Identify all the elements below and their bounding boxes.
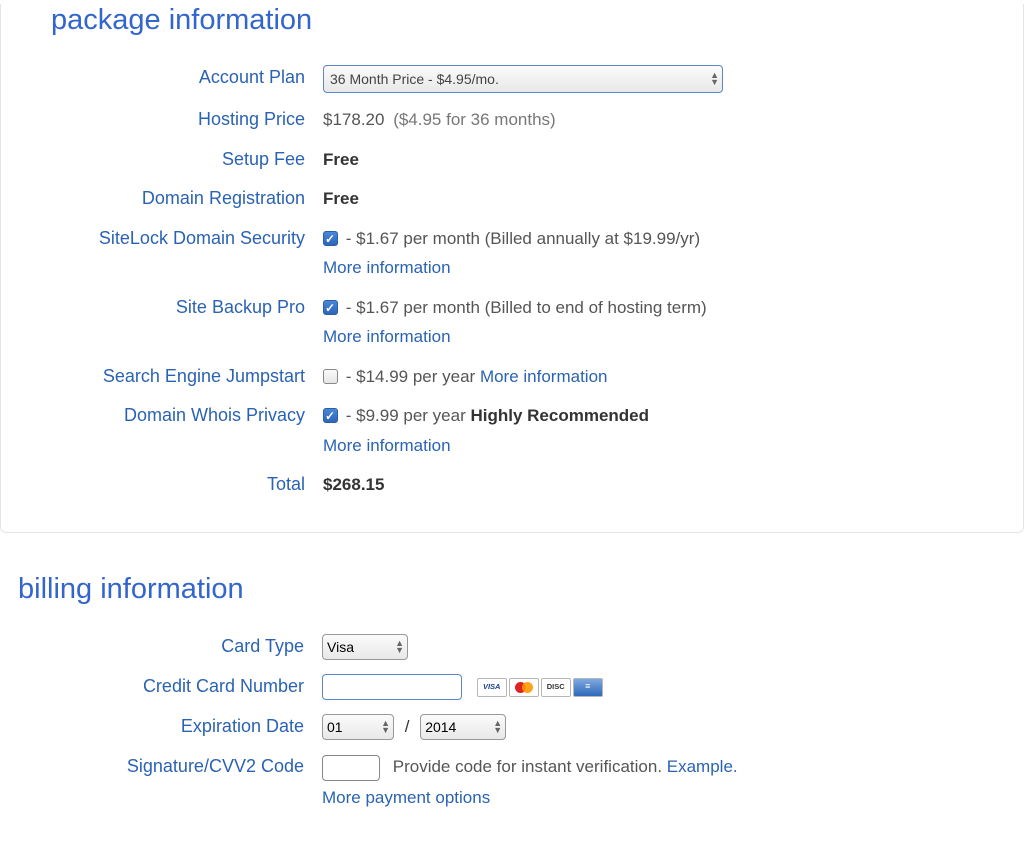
account-plan-row: Account Plan 36 Month Price - $4.95/mo. … bbox=[11, 65, 1013, 93]
card-type-row: Card Type Visa ▲▼ bbox=[10, 634, 1014, 660]
amex-icon: ≡ bbox=[573, 678, 603, 697]
hosting-price-note: ($4.95 for 36 months) bbox=[393, 110, 556, 129]
billing-info-title: billing information bbox=[18, 573, 1014, 606]
visa-icon: VISA bbox=[477, 678, 507, 697]
package-info-title: package information bbox=[51, 4, 1013, 37]
domain-reg-row: Domain Registration Free bbox=[11, 186, 1013, 212]
sitelock-value: - $1.67 per month (Billed annually at $1… bbox=[346, 229, 700, 248]
whois-more-info-link[interactable]: More information bbox=[323, 433, 1013, 459]
setup-fee-label: Setup Fee bbox=[11, 147, 323, 170]
search-jump-row: Search Engine Jumpstart - $14.99 per yea… bbox=[11, 364, 1013, 390]
sitebackup-label: Site Backup Pro bbox=[11, 295, 323, 318]
billing-info-section: billing information Card Type Visa ▲▼ Cr… bbox=[0, 573, 1024, 844]
total-row: Total $268.15 bbox=[11, 472, 1013, 498]
sitebackup-more-info-link[interactable]: More information bbox=[323, 324, 1013, 350]
sitelock-row: SiteLock Domain Security - $1.67 per mon… bbox=[11, 226, 1013, 281]
cvv-input[interactable] bbox=[322, 755, 380, 781]
search-jump-label: Search Engine Jumpstart bbox=[11, 364, 323, 387]
mastercard-icon bbox=[509, 678, 539, 697]
whois-value-pre: - $9.99 per year bbox=[346, 406, 471, 425]
total-value: $268.15 bbox=[323, 472, 1013, 498]
card-type-label: Card Type bbox=[10, 634, 322, 657]
cc-number-row: Credit Card Number VISA DISC ≡ bbox=[10, 674, 1014, 701]
account-plan-select-wrap[interactable]: 36 Month Price - $4.95/mo. ▲▼ bbox=[323, 65, 723, 93]
hosting-price-value: $178.20 bbox=[323, 110, 384, 129]
cc-number-input[interactable] bbox=[322, 674, 462, 700]
cc-number-label: Credit Card Number bbox=[10, 674, 322, 697]
search-jump-value: - $14.99 per year bbox=[346, 367, 480, 386]
expiration-label: Expiration Date bbox=[10, 714, 322, 737]
setup-fee-value: Free bbox=[323, 147, 1013, 173]
more-payment-link[interactable]: More payment options bbox=[322, 785, 1014, 811]
account-plan-select[interactable]: 36 Month Price - $4.95/mo. bbox=[323, 65, 723, 93]
domain-reg-value: Free bbox=[323, 186, 1013, 212]
card-type-select-wrap[interactable]: Visa ▲▼ bbox=[322, 634, 408, 660]
sitelock-label: SiteLock Domain Security bbox=[11, 226, 323, 249]
sitelock-more-info-link[interactable]: More information bbox=[323, 255, 1013, 281]
whois-value-bold: Highly Recommended bbox=[470, 406, 649, 425]
exp-month-wrap[interactable]: 01 ▲▼ bbox=[322, 714, 394, 740]
expiration-slash: / bbox=[405, 717, 410, 736]
expiration-row: Expiration Date 01 ▲▼ / 2014 ▲▼ bbox=[10, 714, 1014, 740]
whois-row: Domain Whois Privacy - $9.99 per year Hi… bbox=[11, 403, 1013, 458]
exp-month-select[interactable]: 01 bbox=[322, 714, 394, 740]
search-jump-checkbox[interactable] bbox=[323, 369, 338, 384]
total-label: Total bbox=[11, 472, 323, 495]
setup-fee-row: Setup Fee Free bbox=[11, 147, 1013, 173]
cvv-example-link[interactable]: Example. bbox=[667, 757, 738, 776]
card-type-select[interactable]: Visa bbox=[322, 634, 408, 660]
sitebackup-row: Site Backup Pro - $1.67 per month (Bille… bbox=[11, 295, 1013, 350]
sitebackup-value: - $1.67 per month (Billed to end of host… bbox=[346, 298, 707, 317]
domain-reg-label: Domain Registration bbox=[11, 186, 323, 209]
cvv-note: Provide code for instant verification. bbox=[393, 757, 667, 776]
discover-icon: DISC bbox=[541, 678, 571, 697]
cvv-label: Signature/CVV2 Code bbox=[10, 754, 322, 777]
exp-year-select[interactable]: 2014 bbox=[420, 714, 506, 740]
hosting-price-label: Hosting Price bbox=[11, 107, 323, 130]
account-plan-label: Account Plan bbox=[11, 65, 323, 88]
exp-year-wrap[interactable]: 2014 ▲▼ bbox=[420, 714, 506, 740]
card-brand-icons: VISA DISC ≡ bbox=[477, 678, 603, 697]
sitebackup-checkbox[interactable] bbox=[323, 300, 338, 315]
package-info-section: package information Account Plan 36 Mont… bbox=[0, 4, 1024, 533]
whois-label: Domain Whois Privacy bbox=[11, 403, 323, 426]
search-jump-more-info-link[interactable]: More information bbox=[480, 367, 608, 386]
sitelock-checkbox[interactable] bbox=[323, 231, 338, 246]
hosting-price-row: Hosting Price $178.20 ($4.95 for 36 mont… bbox=[11, 107, 1013, 133]
whois-checkbox[interactable] bbox=[323, 408, 338, 423]
